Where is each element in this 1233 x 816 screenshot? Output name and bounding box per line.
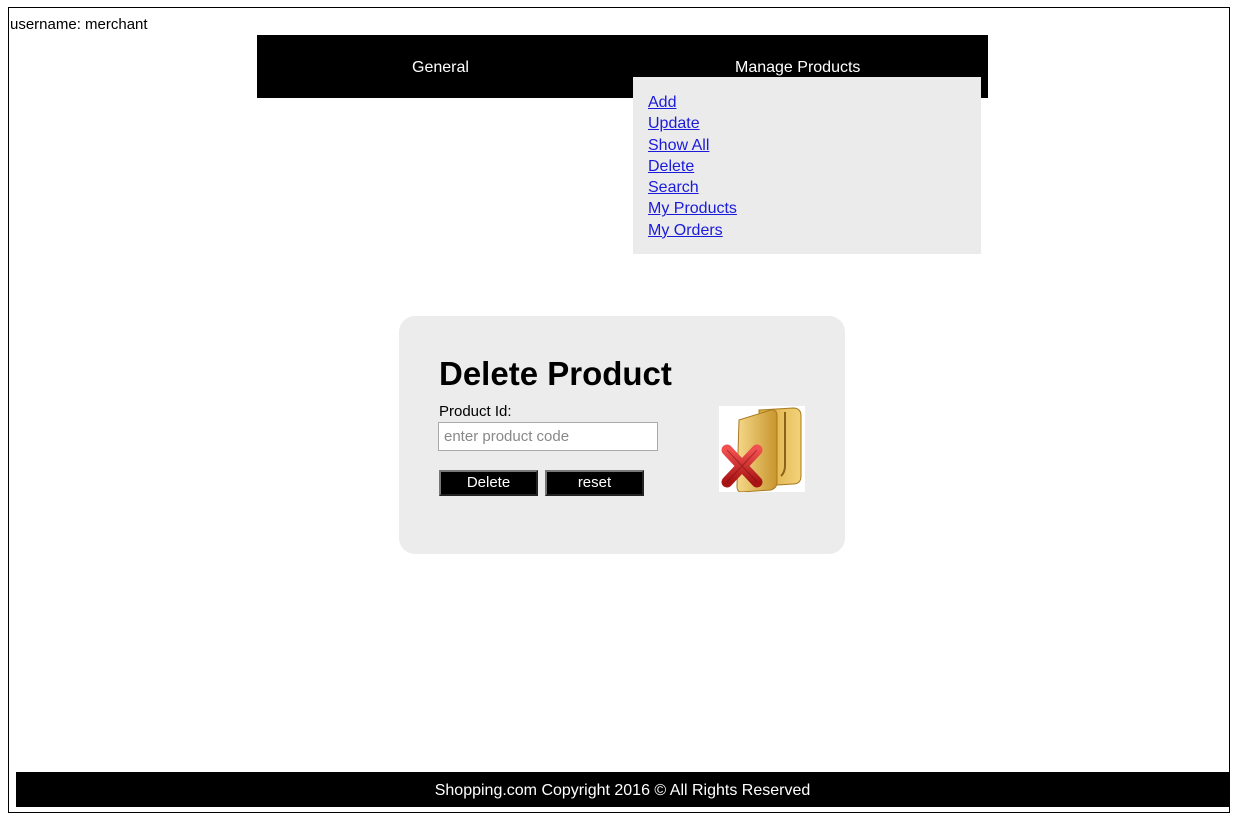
- product-id-input[interactable]: [438, 422, 658, 451]
- dropdown-item: My Products: [648, 198, 737, 219]
- menu-link-my-orders[interactable]: My Orders: [648, 222, 723, 239]
- dropdown-item: Delete: [648, 156, 737, 177]
- nav-general[interactable]: General: [412, 59, 469, 77]
- delete-product-card: Delete Product Product Id: Delete reset: [399, 316, 845, 554]
- copyright-text: Shopping.com Copyright 2016 © All Rights…: [434, 782, 811, 799]
- dropdown-item: Show All: [648, 135, 737, 156]
- nav-manage-products[interactable]: Manage Products: [735, 59, 860, 77]
- product-id-label: Product Id:: [439, 403, 512, 420]
- dropdown-item: Update: [648, 113, 737, 134]
- manage-products-dropdown: Add Update Show All Delete Search My Pro…: [633, 77, 981, 254]
- menu-link-show-all[interactable]: Show All: [648, 137, 709, 154]
- reset-button[interactable]: reset: [545, 470, 644, 496]
- delete-button[interactable]: Delete: [439, 470, 538, 496]
- menu-link-add[interactable]: Add: [648, 94, 676, 111]
- menu-link-update[interactable]: Update: [648, 115, 700, 132]
- dropdown-item: My Orders: [648, 220, 737, 241]
- username-label: username: merchant: [10, 16, 148, 33]
- dropdown-item: Search: [648, 177, 737, 198]
- folder-delete-icon: [719, 406, 805, 493]
- menu-link-delete[interactable]: Delete: [648, 158, 694, 175]
- dropdown-menu-list: Add Update Show All Delete Search My Pro…: [648, 92, 737, 241]
- menu-link-my-products[interactable]: My Products: [648, 200, 737, 217]
- footer-bar: Shopping.com Copyright 2016 © All Rights…: [16, 772, 1229, 807]
- menu-link-search[interactable]: Search: [648, 179, 699, 196]
- dropdown-item: Add: [648, 92, 737, 113]
- form-title: Delete Product: [439, 355, 672, 392]
